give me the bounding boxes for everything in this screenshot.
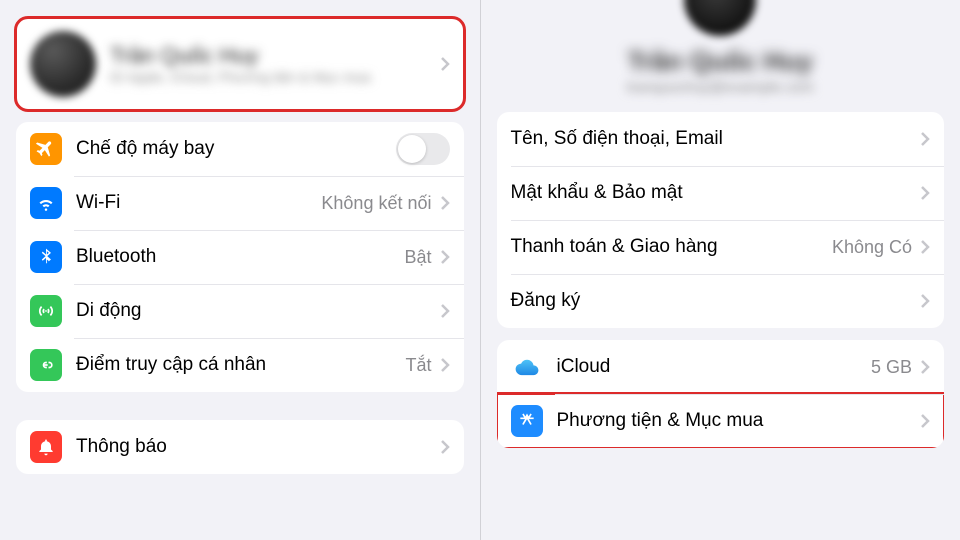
account-group: Tên, Số điện thoại, Email Mật khẩu & Bảo…: [497, 112, 945, 328]
apple-id-detail-panel: Trần Quốc Huy tranquochuy@example.com Tê…: [481, 0, 960, 540]
airplane-icon: [30, 133, 62, 165]
cellular-label: Di động: [76, 300, 440, 322]
wifi-value: Không kết nối: [321, 193, 431, 214]
bluetooth-label: Bluetooth: [76, 246, 404, 268]
services-group: iCloud 5 GB Phương tiện & Mục mua: [497, 340, 945, 448]
notifications-row[interactable]: Thông báo: [16, 420, 464, 474]
avatar: [30, 31, 96, 97]
chevron-right-icon: [440, 249, 450, 265]
chevron-right-icon: [920, 239, 930, 255]
profile-text: Trần Quốc Huy ID Apple, iCloud, Phương t…: [110, 43, 440, 85]
antenna-icon: [30, 295, 62, 327]
wifi-row[interactable]: Wi-Fi Không kết nối: [16, 176, 464, 230]
icloud-label: iCloud: [557, 356, 871, 378]
wifi-label: Wi-Fi: [76, 192, 321, 214]
apple-id-row[interactable]: Trần Quốc Huy ID Apple, iCloud, Phương t…: [16, 18, 464, 110]
chevron-right-icon: [440, 195, 450, 211]
chevron-right-icon: [920, 293, 930, 309]
hotspot-value: Tắt: [405, 355, 431, 376]
notifications-label: Thông báo: [76, 436, 440, 458]
password-security-row[interactable]: Mật khẩu & Bảo mật: [497, 166, 945, 220]
profile-email: tranquochuy@example.com: [497, 79, 945, 96]
bluetooth-icon: [30, 241, 62, 273]
profile-name-large: Trần Quốc Huy: [497, 46, 945, 77]
row-label: Mật khẩu & Bảo mật: [511, 182, 921, 204]
chevron-right-icon: [440, 439, 450, 455]
chevron-right-icon: [920, 185, 930, 201]
apple-id-header: Trần Quốc Huy tranquochuy@example.com: [481, 0, 960, 100]
connectivity-group: Chế độ máy bay Wi-Fi Không kết nối Bluet…: [16, 122, 464, 392]
profile-name: Trần Quốc Huy: [110, 43, 440, 69]
cellular-row[interactable]: Di động: [16, 284, 464, 338]
bell-icon: [30, 431, 62, 463]
bluetooth-row[interactable]: Bluetooth Bật: [16, 230, 464, 284]
cloud-icon: [511, 351, 543, 383]
media-purchases-row[interactable]: Phương tiện & Mục mua: [497, 394, 945, 448]
hotspot-label: Điểm truy cập cá nhân: [76, 354, 405, 376]
row-label: Đăng ký: [511, 290, 921, 312]
icloud-row[interactable]: iCloud 5 GB: [497, 340, 945, 394]
bluetooth-value: Bật: [404, 247, 431, 268]
row-label: Thanh toán & Giao hàng: [511, 236, 832, 258]
link-icon: [30, 349, 62, 381]
settings-root-panel: Trần Quốc Huy ID Apple, iCloud, Phương t…: [0, 0, 480, 540]
appstore-icon: [511, 405, 543, 437]
chevron-right-icon: [440, 56, 450, 72]
chevron-right-icon: [920, 359, 930, 375]
wifi-icon: [30, 187, 62, 219]
icloud-value: 5 GB: [871, 357, 912, 378]
hotspot-row[interactable]: Điểm truy cập cá nhân Tắt: [16, 338, 464, 392]
profile-sub: ID Apple, iCloud, Phương tiện & Mục mua: [110, 69, 440, 85]
airplane-toggle[interactable]: [396, 133, 450, 165]
payment-shipping-row[interactable]: Thanh toán & Giao hàng Không Có: [497, 220, 945, 274]
chevron-right-icon: [920, 413, 930, 429]
chevron-right-icon: [440, 303, 450, 319]
avatar-large: [684, 0, 756, 36]
notifications-group: Thông báo: [16, 420, 464, 474]
subscriptions-row[interactable]: Đăng ký: [497, 274, 945, 328]
airplane-label: Chế độ máy bay: [76, 138, 396, 160]
row-label: Tên, Số điện thoại, Email: [511, 128, 921, 150]
payment-value: Không Có: [832, 237, 912, 258]
chevron-right-icon: [920, 131, 930, 147]
profile-group: Trần Quốc Huy ID Apple, iCloud, Phương t…: [16, 18, 464, 110]
airplane-mode-row[interactable]: Chế độ máy bay: [16, 122, 464, 176]
media-label: Phương tiện & Mục mua: [557, 410, 921, 432]
name-phone-email-row[interactable]: Tên, Số điện thoại, Email: [497, 112, 945, 166]
chevron-right-icon: [440, 357, 450, 373]
